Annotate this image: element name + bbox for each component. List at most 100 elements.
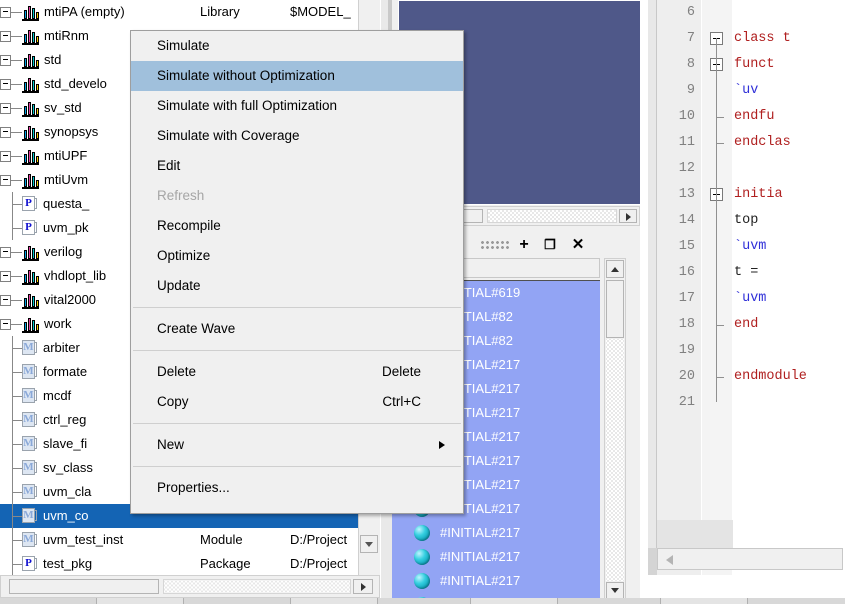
menu-item-label: Simulate with full Optimization — [157, 98, 338, 113]
editor-line[interactable]: endclas — [734, 130, 845, 156]
collapse-icon[interactable] — [0, 127, 11, 138]
library-item-label: mtiUPF — [44, 148, 88, 163]
toolbar-group-2[interactable] — [290, 598, 378, 604]
editor-line[interactable]: endfu — [734, 104, 845, 130]
collapse-icon[interactable] — [0, 295, 11, 306]
collapse-icon[interactable] — [0, 151, 11, 162]
editor-fold-margin[interactable] — [702, 0, 732, 575]
library-item-label: uvm_pk — [43, 220, 89, 235]
scroll-down-button[interactable] — [360, 535, 378, 553]
editor-line[interactable] — [734, 156, 845, 182]
add-pane-button[interactable]: + — [514, 235, 534, 255]
editor-line[interactable]: initia — [734, 182, 845, 208]
tree-expander-cell[interactable] — [0, 288, 22, 312]
editor-line[interactable]: class t — [734, 26, 845, 52]
context-menu-item[interactable]: Simulate with Coverage — [131, 121, 463, 151]
context-menu-item[interactable]: Delete Delete — [131, 357, 463, 387]
editor-horizontal-scrollbar[interactable] — [657, 548, 843, 570]
editor-line[interactable]: `uv — [734, 78, 845, 104]
context-menu-item[interactable]: Simulate — [131, 31, 463, 61]
tree-expander-cell[interactable] — [0, 72, 22, 96]
scroll-thumb[interactable] — [606, 280, 624, 338]
tree-expander-cell[interactable] — [0, 24, 22, 48]
library-tree-row[interactable]: Ptest_pkg Package D:/Project — [0, 552, 380, 575]
scroll-right-button[interactable] — [619, 209, 637, 223]
process-list-item[interactable]: #INITIAL#217 — [392, 569, 600, 593]
menu-separator — [133, 307, 461, 308]
plus-icon: + — [519, 236, 529, 253]
tree-expander-cell[interactable] — [0, 96, 22, 120]
tree-expander-cell[interactable] — [0, 240, 22, 264]
editor-line[interactable]: t = — [734, 260, 845, 286]
processes-vertical-scrollbar[interactable] — [604, 258, 626, 602]
editor-line[interactable]: `uvm — [734, 234, 845, 260]
tree-indent — [0, 504, 22, 528]
toolbar-group-4[interactable] — [660, 598, 748, 604]
context-menu-item[interactable]: Edit — [131, 151, 463, 181]
context-menu-item[interactable]: Simulate with full Optimization — [131, 91, 463, 121]
menu-separator — [133, 350, 461, 351]
tree-expander-cell[interactable] — [0, 264, 22, 288]
undock-pane-button[interactable]: ❐ — [540, 235, 560, 255]
collapse-icon[interactable] — [0, 319, 11, 330]
package-icon: P — [22, 220, 37, 236]
context-menu-item[interactable]: Properties... — [131, 473, 463, 503]
context-menu-item[interactable]: Recompile — [131, 211, 463, 241]
editor-code-text: `uv — [734, 83, 759, 98]
editor-line[interactable]: top — [734, 208, 845, 234]
toolbar-group-3[interactable] — [470, 598, 558, 604]
library-tree-row[interactable]: Muvm_test_inst Module D:/Project — [0, 528, 380, 552]
editor-line[interactable] — [734, 0, 845, 26]
panel-divider-right — [640, 0, 648, 604]
editor-line[interactable] — [734, 338, 845, 364]
menu-item-label: Simulate — [157, 38, 210, 53]
editor-line[interactable]: endmodule — [734, 364, 845, 390]
context-menu-item[interactable]: Simulate without Optimization — [131, 61, 463, 91]
scroll-track[interactable] — [606, 339, 624, 581]
library-icon — [22, 292, 39, 309]
collapse-icon[interactable] — [0, 175, 11, 186]
library-tree-row[interactable]: mtiPA (empty) Library $MODEL_ — [0, 0, 380, 24]
dock-grip-icon[interactable] — [480, 240, 510, 249]
scroll-up-button[interactable] — [606, 260, 624, 278]
editor-line[interactable]: funct — [734, 52, 845, 78]
toolbar-group-1[interactable] — [96, 598, 184, 604]
tree-expander-cell[interactable] — [0, 0, 22, 24]
editor-code-area[interactable]: class t funct `uv endfu endclas initia to… — [734, 0, 845, 575]
collapse-icon[interactable] — [0, 79, 11, 90]
fold-branch-mark — [716, 117, 724, 118]
collapse-icon[interactable] — [0, 103, 11, 114]
library-context-menu[interactable]: Simulate Simulate without Optimization Sim… — [130, 30, 464, 514]
tree-expander-cell[interactable] — [0, 144, 22, 168]
tree-expander-cell[interactable] — [0, 48, 22, 72]
collapse-icon[interactable] — [0, 55, 11, 66]
tree-expander-cell[interactable] — [0, 120, 22, 144]
editor-line[interactable]: `uvm — [734, 286, 845, 312]
editor-line[interactable] — [734, 390, 845, 416]
collapse-icon[interactable] — [0, 271, 11, 282]
context-menu-item[interactable]: Create Wave — [131, 314, 463, 344]
context-menu-item[interactable]: New — [131, 430, 463, 460]
process-list-item[interactable]: #INITIAL#217 — [392, 545, 600, 569]
tree-expander-cell[interactable] — [0, 312, 22, 336]
tree-indent — [0, 216, 22, 240]
collapse-icon[interactable] — [0, 247, 11, 258]
scroll-track[interactable] — [163, 579, 351, 594]
collapse-icon[interactable] — [0, 31, 11, 42]
source-code-editor[interactable]: 6 7 8 9 10 11 12 13 14 15 16 17 18 19 20 21 class t fun… — [648, 0, 845, 575]
collapse-icon[interactable] — [0, 7, 11, 18]
scroll-thumb[interactable] — [9, 579, 159, 594]
context-menu-item[interactable]: Update — [131, 271, 463, 301]
editor-line[interactable]: end — [734, 312, 845, 338]
context-menu-item[interactable]: Copy Ctrl+C — [131, 387, 463, 417]
module-icon: M — [22, 532, 37, 548]
process-status-icon — [414, 573, 430, 589]
close-pane-button[interactable]: ✕ — [568, 235, 588, 255]
scroll-right-button[interactable] — [353, 579, 373, 594]
context-menu-item[interactable]: Optimize — [131, 241, 463, 271]
process-list-item[interactable]: #INITIAL#217 — [392, 521, 600, 545]
scroll-track[interactable] — [487, 209, 617, 223]
tree-expander-cell[interactable] — [0, 168, 22, 192]
library-horizontal-scrollbar[interactable] — [0, 575, 380, 598]
package-icon: P — [22, 556, 37, 572]
